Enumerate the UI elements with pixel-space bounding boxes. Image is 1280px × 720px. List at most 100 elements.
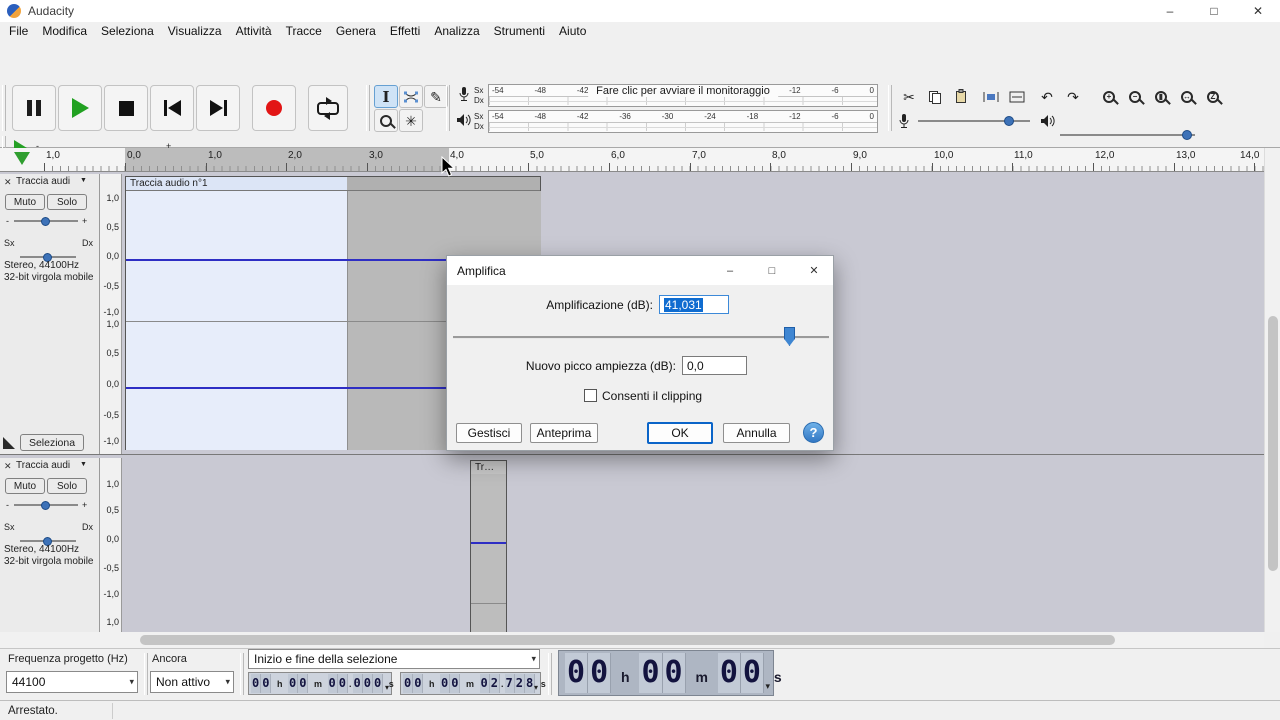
zoom-tool-button[interactable] bbox=[374, 109, 398, 132]
menu-file[interactable]: File bbox=[2, 22, 35, 40]
menu-modifica[interactable]: Modifica bbox=[35, 22, 94, 40]
track2-gain-slider[interactable] bbox=[14, 498, 78, 512]
track1-clip-title[interactable]: Traccia audio n°1 bbox=[126, 177, 540, 191]
edit-grip[interactable] bbox=[888, 85, 892, 131]
vertical-scrollbar[interactable] bbox=[1264, 148, 1280, 632]
track2-clip-body[interactable] bbox=[471, 474, 506, 632]
amplification-slider-thumb[interactable] bbox=[784, 327, 795, 346]
zoom-fit-button[interactable]: ↔ bbox=[1174, 85, 1200, 108]
dialog-minimize-button[interactable]: – bbox=[709, 256, 751, 285]
track2-audio-clip[interactable]: Tr… bbox=[470, 460, 507, 632]
minimize-button[interactable]: – bbox=[1148, 0, 1192, 22]
menu-aiuto[interactable]: Aiuto bbox=[552, 22, 593, 40]
zoom-selection-button[interactable]: ▮ bbox=[1148, 85, 1174, 108]
track1-close-icon[interactable]: ✕ bbox=[4, 177, 12, 187]
zoom-toggle-button[interactable]: Z bbox=[1200, 85, 1226, 108]
menu-attivita[interactable]: Attività bbox=[229, 22, 279, 40]
horizontal-scrollbar-thumb[interactable] bbox=[140, 635, 1115, 645]
transport-grip[interactable] bbox=[2, 85, 6, 131]
vertical-scrollbar-thumb[interactable] bbox=[1268, 316, 1278, 571]
track2-clip-title[interactable]: Tr… bbox=[471, 461, 506, 475]
draw-tool-button[interactable]: ✎ bbox=[424, 85, 448, 108]
menu-strumenti[interactable]: Strumenti bbox=[487, 22, 552, 40]
paste-button[interactable] bbox=[948, 85, 974, 108]
allow-clipping-checkbox[interactable] bbox=[584, 389, 597, 402]
new-peak-input[interactable]: 0,0 bbox=[682, 356, 747, 375]
amplification-input[interactable]: 41,031 bbox=[659, 295, 729, 314]
menu-genera[interactable]: Genera bbox=[329, 22, 383, 40]
ruler-major-tick bbox=[851, 163, 852, 171]
horizontal-scrollbar[interactable] bbox=[0, 632, 1264, 648]
silence-audio-button[interactable] bbox=[1004, 85, 1030, 108]
audio-track-2[interactable]: ✕ Traccia audi ▼ Muto Solo - + Sx Dx Ste… bbox=[0, 458, 1264, 632]
recording-meter[interactable]: -54-48-42-36-30-24-18-12-60 Fare clic pe… bbox=[488, 84, 878, 107]
track1-mute-button[interactable]: Muto bbox=[5, 194, 45, 210]
menu-seleziona[interactable]: Seleziona bbox=[94, 22, 161, 40]
selection-end-time[interactable]: 00 h 00 m 02.728 s ▾ bbox=[400, 672, 541, 695]
skip-to-start-button[interactable] bbox=[150, 85, 194, 131]
track2-mute-button[interactable]: Muto bbox=[5, 478, 45, 494]
tools-grip[interactable] bbox=[366, 85, 370, 131]
manage-button[interactable]: Gestisci bbox=[456, 423, 522, 443]
stop-button[interactable] bbox=[104, 85, 148, 131]
selbar-grip-3[interactable] bbox=[548, 653, 552, 695]
selection-tool-button[interactable]: I bbox=[374, 85, 398, 108]
skip-to-end-button[interactable] bbox=[196, 85, 240, 131]
selection-start-time[interactable]: 00 h 00 m 00.000 s ▾ bbox=[248, 672, 392, 695]
audio-position-time[interactable]: 00 h 00 m 00 s ▾ bbox=[558, 650, 774, 696]
dialog-close-button[interactable]: ✕ bbox=[793, 256, 835, 285]
meter-grip[interactable] bbox=[446, 85, 450, 131]
track2-menu-caret-icon[interactable]: ▼ bbox=[80, 461, 87, 468]
pinned-playhead-icon[interactable] bbox=[14, 152, 30, 165]
track1-collapse-icon[interactable] bbox=[3, 437, 15, 449]
track2-name[interactable]: Traccia audi bbox=[16, 460, 70, 471]
selection-range-mode-select[interactable]: Inizio e fine della selezione▾ bbox=[248, 649, 540, 669]
snap-select[interactable]: Non attivo▾ bbox=[150, 671, 234, 693]
redo-button[interactable]: ↷ bbox=[1060, 85, 1086, 108]
close-button[interactable]: ✕ bbox=[1236, 0, 1280, 22]
track1-select-button[interactable]: Seleziona bbox=[20, 434, 84, 451]
playback-volume-slider[interactable] bbox=[1060, 128, 1195, 142]
copy-button[interactable] bbox=[922, 85, 948, 108]
cut-button[interactable]: ✂ bbox=[896, 85, 922, 108]
amplify-dialog-titlebar[interactable]: Amplifica – □ ✕ bbox=[447, 256, 833, 285]
multi-tool-button[interactable]: ✳ bbox=[399, 109, 423, 132]
track2-solo-button[interactable]: Solo bbox=[47, 478, 87, 494]
menu-tracce[interactable]: Tracce bbox=[279, 22, 329, 40]
menu-effetti[interactable]: Effetti bbox=[383, 22, 427, 40]
undo-button[interactable]: ↶ bbox=[1034, 85, 1060, 108]
selbar-grip-1[interactable] bbox=[144, 653, 148, 695]
dialog-maximize-button[interactable]: □ bbox=[751, 256, 793, 285]
maximize-button[interactable]: □ bbox=[1192, 0, 1236, 22]
track1-menu-caret-icon[interactable]: ▼ bbox=[80, 177, 87, 184]
ok-button[interactable]: OK bbox=[647, 422, 713, 444]
menu-visualizza[interactable]: Visualizza bbox=[161, 22, 229, 40]
preview-button[interactable]: Anteprima bbox=[530, 423, 598, 443]
menu-analizza[interactable]: Analizza bbox=[427, 22, 486, 40]
playback-meter[interactable]: -54-48-42-36-30-24-18-12-60 bbox=[488, 110, 878, 133]
record-button[interactable] bbox=[252, 85, 296, 131]
new-peak-label: Nuovo picco ampiezza (dB): bbox=[487, 359, 676, 373]
track2-close-icon[interactable]: ✕ bbox=[4, 461, 12, 471]
cancel-button[interactable]: Annulla bbox=[723, 423, 790, 443]
loop-button[interactable] bbox=[308, 85, 348, 131]
track1-name[interactable]: Traccia audi bbox=[16, 176, 70, 187]
play-button[interactable] bbox=[58, 85, 102, 131]
envelope-tool-button[interactable] bbox=[399, 85, 423, 108]
record-volume-thumb[interactable] bbox=[1004, 116, 1014, 126]
record-volume-slider[interactable] bbox=[918, 114, 1030, 128]
track2-gain-thumb[interactable] bbox=[41, 501, 50, 510]
track1-solo-button[interactable]: Solo bbox=[47, 194, 87, 210]
track1-gain-slider[interactable] bbox=[14, 214, 78, 228]
timeline-ruler[interactable]: 1,0 0,0 1,0 2,0 3,0 4,0 5,0 6,0 7,0 8,0 … bbox=[0, 148, 1264, 172]
selbar-grip-2[interactable] bbox=[240, 653, 244, 695]
pause-button[interactable] bbox=[12, 85, 56, 131]
help-button[interactable]: ? bbox=[803, 422, 824, 443]
playback-volume-thumb[interactable] bbox=[1182, 130, 1192, 140]
amplification-slider-track[interactable] bbox=[453, 336, 829, 339]
track1-gain-thumb[interactable] bbox=[41, 217, 50, 226]
trim-audio-button[interactable] bbox=[978, 85, 1004, 108]
project-rate-select[interactable]: 44100▾ bbox=[6, 671, 138, 693]
zoom-out-button[interactable]: − bbox=[1122, 85, 1148, 108]
zoom-in-button[interactable]: + bbox=[1096, 85, 1122, 108]
